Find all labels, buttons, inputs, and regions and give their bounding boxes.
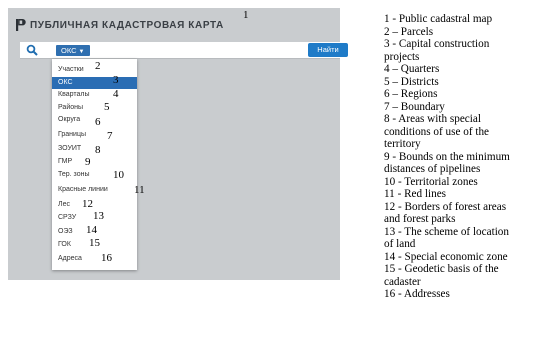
legend-line: conditions of use of the	[384, 125, 490, 138]
search-bar: ОКС ▼ Найти	[20, 42, 348, 59]
legend-line: projects	[384, 50, 420, 63]
legend-line: 2 – Parcels	[384, 25, 434, 38]
layer-option[interactable]: Границы	[52, 129, 137, 141]
legend-line: 8 - Areas with special	[384, 113, 481, 125]
layer-option[interactable]: ГМР	[52, 156, 137, 168]
search-button[interactable]: Найти	[308, 43, 348, 57]
app-header: ПУБЛИЧНАЯ КАДАСТРОВАЯ КАРТА	[8, 8, 340, 38]
layer-option[interactable]: Кварталы	[52, 89, 137, 101]
callout-number: 6	[95, 116, 101, 128]
legend-line: 11 - Red lines	[384, 188, 447, 200]
legend-line: cadaster	[384, 275, 421, 288]
callout-number: 7	[107, 130, 113, 142]
legend-line: 12 - Borders of forest areas	[384, 200, 507, 213]
layer-option[interactable]: Адреса	[52, 253, 137, 265]
callout-number: 5	[104, 101, 110, 113]
legend-line: 13 - The scheme of location	[384, 225, 509, 238]
callout-number: 10	[113, 169, 124, 181]
legend-line: 3 - Capital construction	[384, 38, 490, 50]
callout-number: 8	[95, 144, 101, 156]
callout-number: 1	[243, 9, 249, 21]
legend: 1 - Public cadastral map 2 – Parcels 3 - C…	[384, 13, 544, 301]
callout-number: 3	[113, 74, 119, 86]
app-title: ПУБЛИЧНАЯ КАДАСТРОВАЯ КАРТА	[30, 20, 224, 31]
callout-number: 16	[101, 252, 112, 264]
legend-line: 14 - Special economic zone	[384, 250, 508, 263]
callout-number: 9	[85, 156, 91, 168]
search-input[interactable]	[94, 45, 304, 56]
legend-line: 10 - Territorial zones	[384, 175, 478, 188]
callout-number: 12	[82, 198, 93, 210]
layer-select-value: ОКС	[61, 46, 77, 55]
legend-line: 4 – Quarters	[384, 63, 440, 75]
layer-option[interactable]: Районы	[52, 102, 137, 114]
callout-number: 11	[134, 184, 145, 196]
callout-number: 13	[93, 210, 104, 222]
search-icon[interactable]	[26, 44, 38, 56]
legend-line: 9 - Bounds on the minimum	[384, 150, 510, 163]
layer-option[interactable]: Тер. зоны	[52, 169, 137, 181]
map-logo-icon	[16, 19, 26, 31]
callout-number: 2	[95, 60, 101, 72]
legend-line: 1 - Public cadastral map	[384, 13, 493, 25]
layer-option[interactable]: ОКС	[52, 77, 137, 89]
legend-line: 5 – Districts	[384, 75, 439, 88]
callout-number: 14	[86, 224, 97, 236]
legend-line: 6 – Regions	[384, 88, 438, 100]
callout-number: 15	[89, 237, 100, 249]
legend-line: 7 – Boundary	[384, 100, 445, 113]
layer-select[interactable]: ОКС ▼	[56, 45, 90, 56]
callout-number: 4	[113, 88, 119, 100]
legend-line: of land	[384, 238, 416, 250]
legend-line: and forest parks	[384, 213, 456, 225]
layer-option[interactable]: Красные линии	[52, 184, 137, 196]
chevron-down-icon: ▼	[78, 49, 85, 55]
legend-line: 15 - Geodetic basis of the	[384, 263, 499, 275]
legend-line: territory	[384, 138, 421, 150]
legend-line: 16 - Addresses	[384, 288, 450, 300]
legend-line: distances of pipelines	[384, 163, 481, 175]
